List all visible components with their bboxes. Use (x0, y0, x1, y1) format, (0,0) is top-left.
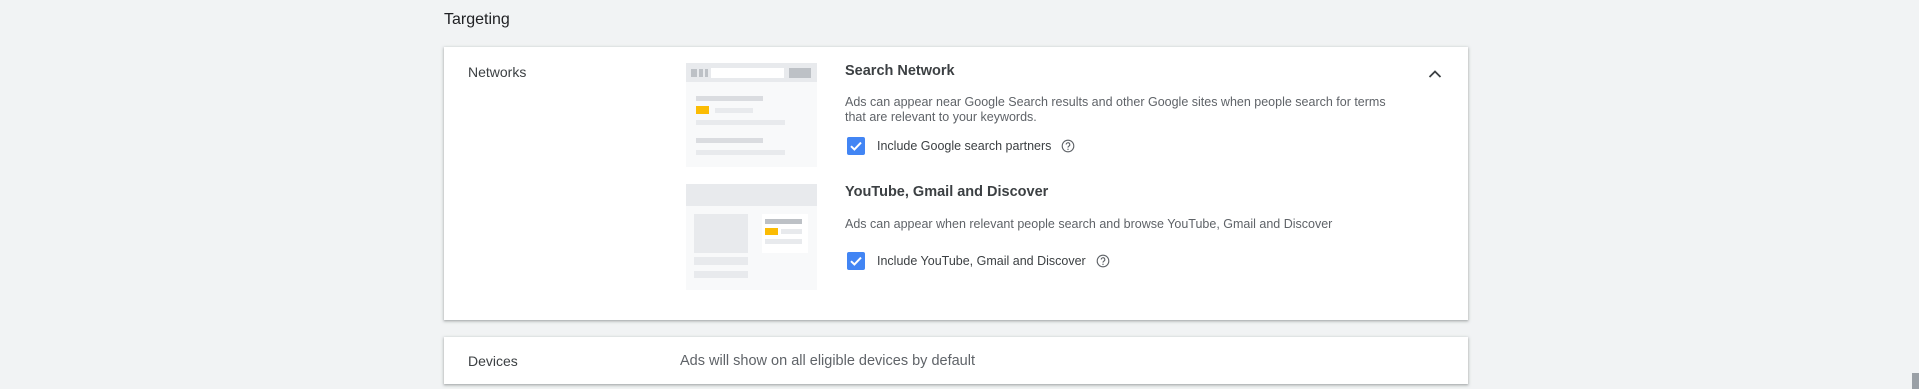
networks-label: Networks (468, 64, 527, 80)
search-partners-checkbox[interactable] (847, 137, 865, 155)
search-partners-checkbox-row[interactable]: Include Google search partners (847, 137, 1075, 155)
chevron-up-icon (1428, 70, 1442, 78)
youtube-gmail-discover-checkbox[interactable] (847, 252, 865, 270)
checkmark-icon (850, 256, 862, 266)
search-partners-label: Include Google search partners (877, 139, 1052, 153)
youtube-gmail-discover-description: Ads can appear when relevant people sear… (845, 217, 1333, 231)
collapse-button[interactable] (1420, 59, 1450, 89)
search-network-title: Search Network (845, 63, 955, 79)
devices-card[interactable]: Devices Ads will show on all eligible de… (444, 337, 1468, 384)
help-circle-icon[interactable] (1061, 139, 1075, 153)
help-circle-icon[interactable] (1096, 254, 1110, 268)
checkmark-icon (850, 141, 862, 151)
scrollbar-thumb[interactable] (1912, 373, 1919, 389)
youtube-gmail-discover-illustration (686, 184, 817, 290)
search-network-illustration (686, 63, 817, 167)
devices-label: Devices (468, 353, 518, 369)
youtube-gmail-discover-label: Include YouTube, Gmail and Discover (877, 254, 1086, 268)
youtube-gmail-discover-checkbox-row[interactable]: Include YouTube, Gmail and Discover (847, 252, 1110, 270)
devices-summary: Ads will show on all eligible devices by… (680, 353, 975, 369)
networks-card: Networks Search Network Ads can appear n… (444, 47, 1468, 320)
search-network-description: Ads can appear near Google Search result… (845, 95, 1386, 124)
youtube-gmail-discover-title: YouTube, Gmail and Discover (845, 184, 1049, 200)
section-title: Targeting (444, 11, 510, 28)
